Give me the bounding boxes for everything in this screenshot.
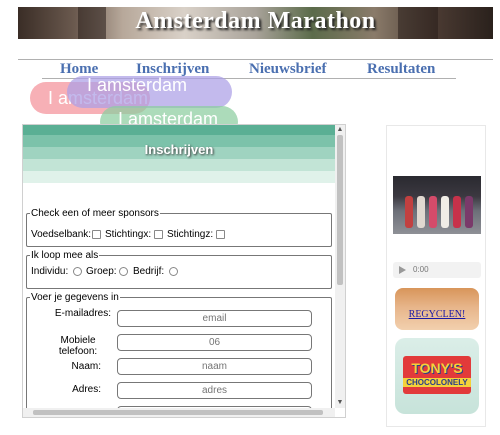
- option-label: Stichtingx:: [105, 229, 152, 240]
- sponsors-legend: Check een of meer sponsors: [30, 208, 160, 219]
- header-banner: Amsterdam Marathon: [18, 7, 493, 39]
- ad-sub: CHOCOLONELY: [403, 378, 471, 387]
- email-field[interactable]: [117, 310, 312, 327]
- horizontal-scrollbar[interactable]: [23, 408, 335, 417]
- ad-brand: TONY'S: [411, 360, 463, 376]
- divider: [18, 59, 493, 60]
- option-label: Voedselbank:: [31, 229, 92, 240]
- name-field[interactable]: [117, 358, 312, 375]
- nav-resultaten[interactable]: Resultaten: [367, 61, 435, 79]
- panel-header-band: [23, 171, 335, 183]
- phone-label: Mobiele telefoon:: [58, 335, 98, 357]
- sponsor-stichtingz-checkbox[interactable]: [216, 230, 225, 239]
- option-label: Stichtingz:: [167, 229, 214, 240]
- registration-panel: Inschrijven Check een of meer sponsors V…: [22, 124, 346, 418]
- audio-player[interactable]: 0:00: [393, 262, 481, 278]
- audio-time: 0:00: [413, 265, 429, 274]
- sponsor-voedselbank-checkbox[interactable]: [92, 230, 101, 239]
- chocolate-bar-image: TONY'S CHOCOLONELY: [403, 356, 471, 394]
- scroll-down-icon[interactable]: ▼: [336, 399, 344, 407]
- ad-banner[interactable]: REGYCLEN!: [395, 288, 479, 330]
- runner-figure: [429, 196, 437, 228]
- panel-header-band: [23, 159, 335, 171]
- play-icon[interactable]: [399, 266, 406, 274]
- sponsor-stichtingx-checkbox[interactable]: [154, 230, 163, 239]
- scroll-up-icon[interactable]: ▲: [336, 126, 344, 134]
- vertical-scrollbar[interactable]: ▲ ▼: [335, 125, 345, 408]
- bubble-text: I amsterdam: [87, 75, 188, 95]
- phone-field[interactable]: [117, 334, 312, 351]
- address-label: Adres:: [72, 384, 101, 395]
- option-label: Bedrijf:: [133, 266, 165, 277]
- details-legend: Voer je gegevens in: [30, 292, 120, 303]
- email-label: E-mailadres:: [54, 308, 111, 319]
- name-label: Naam:: [71, 361, 101, 372]
- runner-figure: [453, 196, 461, 228]
- runner-figure: [417, 196, 425, 228]
- form-title: Inschrijven: [144, 142, 214, 157]
- sidebar: 0:00 REGYCLEN! TONY'S CHOCOLONELY: [386, 125, 486, 427]
- participation-legend: Ik loop mee als: [30, 250, 100, 261]
- chocolate-ad[interactable]: TONY'S CHOCOLONELY: [395, 338, 479, 414]
- option-label: Groep:: [86, 266, 117, 277]
- runner-figure: [441, 196, 449, 228]
- runner-figure: [405, 196, 413, 228]
- ad-link[interactable]: REGYCLEN!: [395, 309, 479, 320]
- company-radio[interactable]: [169, 267, 178, 276]
- individual-radio[interactable]: [73, 267, 82, 276]
- nav-nieuwsbrief[interactable]: Nieuwsbrief: [249, 61, 327, 79]
- group-radio[interactable]: [119, 267, 128, 276]
- runner-figure: [465, 196, 473, 228]
- runners-photo: [393, 176, 481, 234]
- address-field[interactable]: [117, 382, 312, 399]
- option-label: Individu:: [31, 266, 69, 277]
- panel-header-band: [23, 125, 335, 135]
- site-title: Amsterdam Marathon: [135, 8, 376, 34]
- scrollbar-thumb[interactable]: [33, 410, 323, 415]
- scrollbar-thumb[interactable]: [337, 135, 343, 285]
